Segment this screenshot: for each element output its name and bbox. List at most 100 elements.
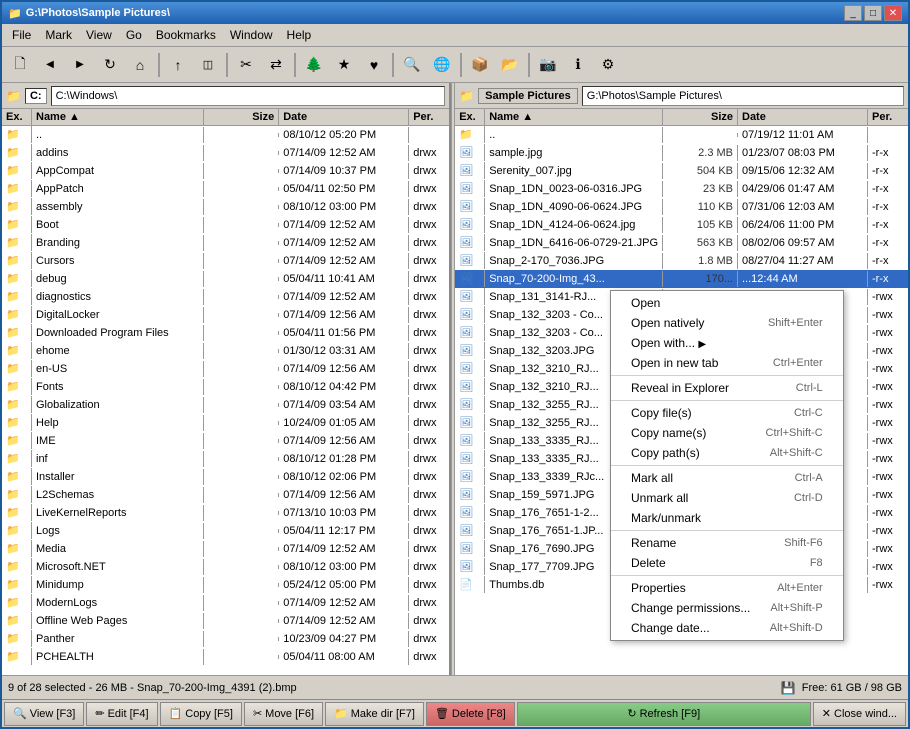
- closewind-button[interactable]: ✕ Close wind...: [813, 702, 906, 726]
- table-row[interactable]: 📁 inf 08/10/12 01:28 PM drwx: [2, 450, 449, 468]
- table-row[interactable]: 📁 Branding 07/14/09 12:52 AM drwx: [2, 234, 449, 252]
- table-row[interactable]: 📁 Media 07/14/09 12:52 AM drwx: [2, 540, 449, 558]
- menu-file[interactable]: File: [6, 26, 37, 44]
- context-menu-item[interactable]: Open: [611, 293, 843, 313]
- context-menu-item[interactable]: Unmark all Ctrl-D: [611, 488, 843, 508]
- table-row[interactable]: 🖼 sample.jpg 2.3 MB 01/23/07 08:03 PM -r…: [455, 144, 908, 162]
- table-row[interactable]: 📁 ehome 01/30/12 03:31 AM drwx: [2, 342, 449, 360]
- table-row[interactable]: 🖼 Snap_2-170_7036.JPG 1.8 MB 08/27/04 11…: [455, 252, 908, 270]
- back-button[interactable]: ◀: [36, 51, 64, 79]
- context-menu-item[interactable]: Copy file(s) Ctrl-C: [611, 403, 843, 423]
- right-col-size[interactable]: Size: [663, 109, 738, 125]
- bookmark-button[interactable]: ★: [330, 51, 358, 79]
- table-row[interactable]: 📁 en-US 07/14/09 12:56 AM drwx: [2, 360, 449, 378]
- table-row[interactable]: 📁 Panther 10/23/09 04:27 PM drwx: [2, 630, 449, 648]
- up-button[interactable]: ↑: [164, 51, 192, 79]
- unpack-button[interactable]: 📂: [496, 51, 524, 79]
- left-col-name[interactable]: Name ▲: [32, 109, 204, 125]
- table-row[interactable]: 📁 diagnostics 07/14/09 12:52 AM drwx: [2, 288, 449, 306]
- table-row[interactable]: 📁 DigitalLocker 07/14/09 12:56 AM drwx: [2, 306, 449, 324]
- table-row[interactable]: 📁 Fonts 08/10/12 04:42 PM drwx: [2, 378, 449, 396]
- photo-button[interactable]: 📷: [534, 51, 562, 79]
- tree-button[interactable]: 🌲: [300, 51, 328, 79]
- sync-button[interactable]: ⇄: [262, 51, 290, 79]
- context-menu-item[interactable]: Change date... Alt+Shift-D: [611, 618, 843, 638]
- table-row[interactable]: 📁 AppPatch 05/04/11 02:50 PM drwx: [2, 180, 449, 198]
- menu-view[interactable]: View: [80, 26, 118, 44]
- context-menu-item[interactable]: Mark all Ctrl-A: [611, 468, 843, 488]
- table-row[interactable]: 📁 PCHEALTH 05/04/11 08:00 AM drwx: [2, 648, 449, 666]
- menu-window[interactable]: Window: [224, 26, 279, 44]
- context-menu-item[interactable]: Open in new tab Ctrl+Enter: [611, 353, 843, 373]
- move-f6-button[interactable]: ✂ Move [F6]: [244, 702, 323, 726]
- table-row[interactable]: 📁 LiveKernelReports 07/13/10 10:03 PM dr…: [2, 504, 449, 522]
- table-row[interactable]: 📁 assembly 08/10/12 03:00 PM drwx: [2, 198, 449, 216]
- table-row[interactable]: 🖼 Snap_1DN_4124-06-0624.jpg 105 KB 06/24…: [455, 216, 908, 234]
- context-menu-item[interactable]: Copy name(s) Ctrl+Shift-C: [611, 423, 843, 443]
- table-row[interactable]: 📁 .. 08/10/12 05:20 PM: [2, 126, 449, 144]
- menu-bookmarks[interactable]: Bookmarks: [150, 26, 222, 44]
- table-row[interactable]: 📁 Boot 07/14/09 12:52 AM drwx: [2, 216, 449, 234]
- refresh-button[interactable]: ↻ Refresh [F9]: [517, 702, 811, 726]
- menu-mark[interactable]: Mark: [39, 26, 78, 44]
- table-row[interactable]: 📁 Logs 05/04/11 12:17 PM drwx: [2, 522, 449, 540]
- delete-button[interactable]: 🗑 Delete [F8]: [426, 702, 515, 726]
- edit-button[interactable]: ✏ Edit [F4]: [86, 702, 157, 726]
- move-button[interactable]: ✂: [232, 51, 260, 79]
- net-button[interactable]: 🌐: [428, 51, 456, 79]
- table-row[interactable]: 📁 Minidump 05/24/12 05:00 PM drwx: [2, 576, 449, 594]
- table-row[interactable]: 🖼 Serenity_007.jpg 504 KB 09/15/06 12:32…: [455, 162, 908, 180]
- table-row[interactable]: 📁 Microsoft.NET 08/10/12 03:00 PM drwx: [2, 558, 449, 576]
- table-row[interactable]: 📁 Globalization 07/14/09 03:54 AM drwx: [2, 396, 449, 414]
- context-menu-item[interactable]: Reveal in Explorer Ctrl-L: [611, 378, 843, 398]
- context-menu[interactable]: Open Open natively Shift+Enter Open with…: [610, 290, 844, 641]
- menu-go[interactable]: Go: [120, 26, 148, 44]
- context-menu-item[interactable]: Change permissions... Alt+Shift-P: [611, 598, 843, 618]
- table-row[interactable]: 📁 Installer 08/10/12 02:06 PM drwx: [2, 468, 449, 486]
- copy-panel-button[interactable]: ◫: [194, 51, 222, 79]
- new-tab-button[interactable]: 🗋: [6, 51, 34, 79]
- table-row[interactable]: 📁 .. 07/19/12 11:01 AM: [455, 126, 908, 144]
- refresh-toolbar-button[interactable]: ↻: [96, 51, 124, 79]
- table-row[interactable]: 🖼 Snap_1DN_0023-06-0316.JPG 23 KB 04/29/…: [455, 180, 908, 198]
- table-row[interactable]: 📁 AppCompat 07/14/09 10:37 PM drwx: [2, 162, 449, 180]
- table-row[interactable]: 🖼 Snap_1DN_6416-06-0729-21.JPG 563 KB 08…: [455, 234, 908, 252]
- context-menu-item[interactable]: Rename Shift-F6: [611, 533, 843, 553]
- context-menu-item[interactable]: Properties Alt+Enter: [611, 578, 843, 598]
- home-button[interactable]: ⌂: [126, 51, 154, 79]
- right-col-date[interactable]: Date: [738, 109, 868, 125]
- table-row[interactable]: 📁 IME 07/14/09 12:56 AM drwx: [2, 432, 449, 450]
- context-menu-item[interactable]: Open natively Shift+Enter: [611, 313, 843, 333]
- left-file-list[interactable]: 📁 .. 08/10/12 05:20 PM 📁 addins 07/14/09…: [2, 126, 449, 675]
- context-menu-item[interactable]: Open with... ▶: [611, 333, 843, 353]
- table-row[interactable]: 🖼 Snap_70-200-Img_43... 170... ...12:44 …: [455, 270, 908, 288]
- table-row[interactable]: 📁 ModernLogs 07/14/09 12:52 AM drwx: [2, 594, 449, 612]
- view-button[interactable]: 🔍 View [F3]: [4, 702, 84, 726]
- right-tab-label[interactable]: Sample Pictures: [478, 88, 578, 104]
- forward-button[interactable]: ▶: [66, 51, 94, 79]
- context-menu-item[interactable]: Copy path(s) Alt+Shift-C: [611, 443, 843, 463]
- pack-button[interactable]: 📦: [466, 51, 494, 79]
- right-address-input[interactable]: G:\Photos\Sample Pictures\: [582, 86, 904, 106]
- context-menu-item[interactable]: Mark/unmark: [611, 508, 843, 528]
- find-button[interactable]: 🔍: [398, 51, 426, 79]
- table-row[interactable]: 📁 L2Schemas 07/14/09 12:56 AM drwx: [2, 486, 449, 504]
- table-row[interactable]: 📁 Cursors 07/14/09 12:52 AM drwx: [2, 252, 449, 270]
- copy-button[interactable]: 📋 Copy [F5]: [160, 702, 242, 726]
- table-row[interactable]: 📁 addins 07/14/09 12:52 AM drwx: [2, 144, 449, 162]
- minimize-button[interactable]: _: [844, 5, 862, 21]
- info-button[interactable]: ℹ: [564, 51, 592, 79]
- table-row[interactable]: 🖼 Snap_1DN_4090-06-0624.JPG 110 KB 07/31…: [455, 198, 908, 216]
- settings-button[interactable]: ⚙: [594, 51, 622, 79]
- favorites-button[interactable]: ♥: [360, 51, 388, 79]
- left-col-date[interactable]: Date: [279, 109, 409, 125]
- left-col-size[interactable]: Size: [204, 109, 279, 125]
- close-button[interactable]: ✕: [884, 5, 902, 21]
- context-menu-item[interactable]: Delete F8: [611, 553, 843, 573]
- left-address-input[interactable]: C:\Windows\: [51, 86, 446, 106]
- table-row[interactable]: 📁 Help 10/24/09 01:05 AM drwx: [2, 414, 449, 432]
- table-row[interactable]: 📁 Downloaded Program Files 05/04/11 01:5…: [2, 324, 449, 342]
- table-row[interactable]: 📁 debug 05/04/11 10:41 AM drwx: [2, 270, 449, 288]
- right-col-name[interactable]: Name ▲: [485, 109, 663, 125]
- menu-help[interactable]: Help: [281, 26, 318, 44]
